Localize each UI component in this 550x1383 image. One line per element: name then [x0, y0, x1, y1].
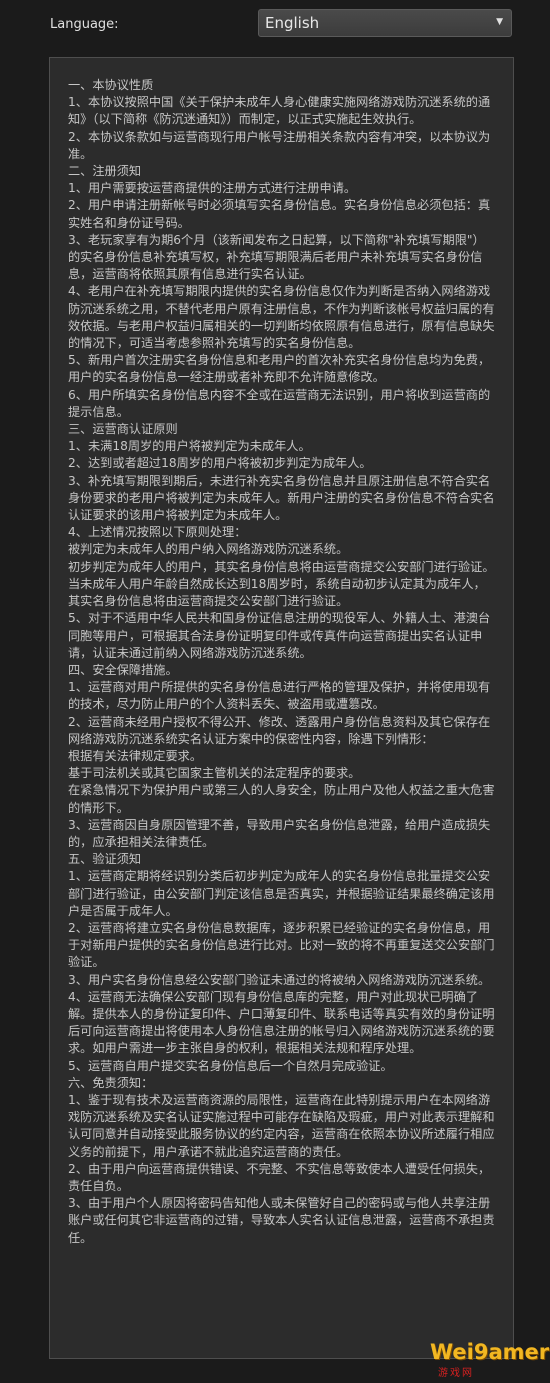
agreement-paragraph: 3、用户实名身份信息经公安部门验证未通过的将被纳入网络游戏防沉迷系统。	[68, 972, 491, 987]
agreement-paragraph: 2、由于用户向运营商提供错误、不完整、不实信息等致使本人遭受任何损失，责任自负。	[68, 1161, 491, 1193]
agreement-paragraph: 3、运营商因自身原因管理不善，导致用户实名身份信息泄露，给用户造成损失的，应承担…	[68, 817, 491, 849]
language-label: Language:	[50, 17, 119, 32]
agreement-paragraph: 3、老玩家享有为期6个月（该新闻发布之日起算，以下简称"补充填写期限"）的实名身…	[68, 232, 485, 282]
agreement-paragraph: 在紧急情况下为保护用户或第三人的人身安全，防止用户及他人权益之重大危害的情形下。	[68, 783, 495, 815]
watermark-subtext: 游戏网	[438, 1368, 474, 1379]
language-selected-value: English	[265, 14, 320, 32]
agreement-paragraph: 五、验证须知	[68, 852, 142, 867]
agreement-paragraph: 3、补充填写期限到期后，未进行补充实名身份信息并且原注册信息不符合实名身份要求的…	[68, 473, 495, 523]
agreement-paragraph: 当未成年人用户年龄自然成长达到18周岁时，系统自动初步认定其为成年人，其实名身份…	[68, 576, 486, 609]
agreement-paragraph: 一、本协议性质	[68, 78, 154, 92]
language-select[interactable]: English ▼	[258, 9, 512, 37]
agreement-paragraph: 1、运营商对用户所提供的实名身份信息进行严格的管理及保护，并将使用现有 的技术，…	[68, 680, 491, 712]
agreement-paragraph: 1、运营商定期将经识别分类后初步判定为成年人的实名身份信息批量提交公安部门进行验…	[68, 869, 495, 918]
agreement-paragraph: 基于司法机关或其它国家主管机关的法定程序的要求。	[68, 766, 361, 781]
agreement-paragraph: 5、新用户首次注册实名身份信息和老用户的首次补充实名身份信息均为免费，用户的实名…	[68, 353, 491, 385]
agreement-paragraph: 被判定为未成年人的用户纳入网络游戏防沉迷系统。	[68, 542, 349, 557]
agreement-paragraph: 根据有关法律规定要求。	[68, 748, 203, 763]
agreement-paragraph: 2、用户申请注册新帐号时必须填写实名身份信息。实名身份信息必须包括：真实姓名和身…	[68, 198, 491, 230]
agreement-paragraph: 3、由于用户个人原因将密码告知他人或未保管好自己的密码或与他人共享注册账户或任何…	[68, 1196, 495, 1245]
agreement-paragraph: 4、运营商无法确保公安部门现有身份信息库的完整，用户对此现状已明确了解。提供本人…	[68, 989, 495, 1056]
agreement-paragraph: 2、运营商未经用户授权不得公开、修改、透露用户身份信息资料及其它保存在网络游戏防…	[68, 714, 491, 746]
agreement-paragraph: 四、安全保障措施。	[68, 662, 178, 677]
agreement-paragraph: 初步判定为成年人的用户，其实名身份信息将由运营商提交公安部门进行验证。	[68, 559, 495, 574]
agreement-paragraph: 6、用户所填实名身份信息内容不全或在运营商无法识别，用户将收到运营商的提示信息。	[68, 387, 491, 419]
agreement-paragraph: 1、鉴于现有技术及运营商资源的局限性，运营商在此特别提示用户在本网络游戏防沉迷系…	[68, 1092, 495, 1159]
agreement-paragraph: 二、注册须知	[68, 164, 142, 179]
agreement-text-box[interactable]: 一、本协议性质 1、本协议按照中国《关于保护未成年人身心健康实施网络游戏防沉迷系统…	[49, 57, 514, 1359]
agreement-paragraph: 4、上述情况按照以下原则处理：	[68, 525, 247, 540]
watermark-logo: Wei9amer 游戏网	[430, 1340, 550, 1380]
watermark-text: Wei9amer	[430, 1340, 550, 1364]
agreement-paragraph: 2、本协议条款如与运营商现行用户帐号注册相关条款内容有冲突，以本协议为准。	[68, 129, 491, 161]
agreement-paragraph: 5、对于不适用中华人民共和国身份证信息注册的现役军人、外籍人士、港澳台同胞等用户…	[68, 611, 491, 660]
chevron-down-icon: ▼	[496, 17, 503, 27]
agreement-paragraph: 三、运营商认证原则	[68, 422, 178, 437]
agreement-paragraph: 1、未满18周岁的用户将被判定为未成年人。	[68, 439, 311, 454]
agreement-paragraph: 2、达到或者超过18周岁的用户将被初步判定为成年人。	[68, 456, 372, 471]
agreement-paragraph: 1、用户需要按运营商提供的注册方式进行注册申请。	[68, 181, 357, 196]
agreement-paragraph: 1、本协议按照中国《关于保护未成年人身心健康实施网络游戏防沉迷系统的通知》（以下…	[68, 95, 491, 127]
agreement-paragraph: 六、免责须知：	[68, 1075, 154, 1090]
agreement-paragraph: 5、运营商自用户提交实名身份信息后一个自然月完成验证。	[68, 1058, 393, 1073]
agreement-paragraph: 2、运营商将建立实名身份信息数据库，逐步积累已经验证的实名身份信息，用于对新用户…	[68, 920, 495, 970]
agreement-paragraph: 4、老用户在补充填写期限内提供的实名身份信息仅作为判断是否纳入网络游戏防沉迷系统…	[68, 284, 495, 351]
